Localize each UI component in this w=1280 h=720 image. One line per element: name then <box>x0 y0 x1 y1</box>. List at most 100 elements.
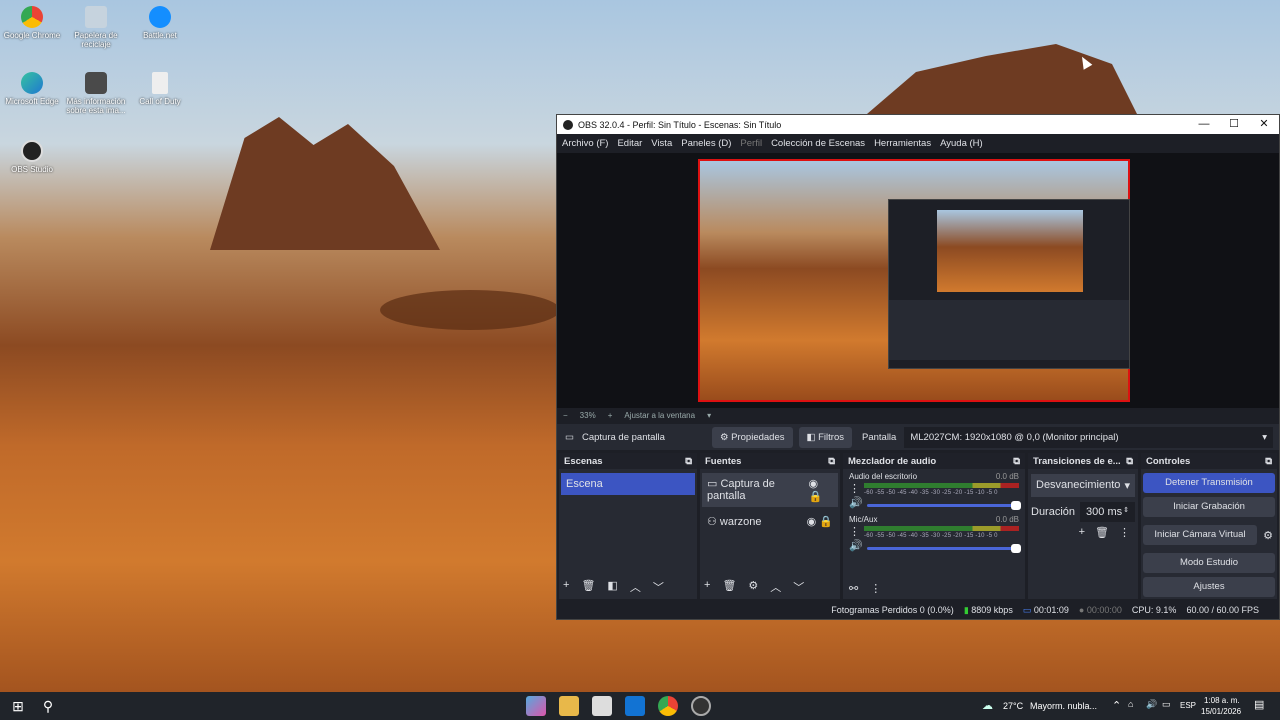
stop-stream-button[interactable]: Detener Transmisión <box>1143 473 1275 493</box>
speaker-icon[interactable]: 🔊 <box>1146 699 1157 710</box>
display-select[interactable]: ML2027CM: 1920x1080 @ 0,0 (Monitor princ… <box>904 426 1273 448</box>
filters-button[interactable]: ◧ Filtros <box>798 426 852 448</box>
weather-text[interactable]: Mayorm. nubla... <box>1030 701 1097 711</box>
weather-temp[interactable]: 27°C <box>1003 701 1023 711</box>
kebab-icon[interactable]: ⋮ <box>1119 526 1130 539</box>
menu-herramientas[interactable]: Herramientas <box>874 138 931 149</box>
source-item[interactable]: ▭ Captura de pantalla ◉ 🔒 <box>702 473 838 507</box>
desktop-icon-edge[interactable]: Microsoft Edge <box>0 72 64 106</box>
kebab-icon[interactable]: ⋮ <box>849 525 860 538</box>
source-item[interactable]: ⚇ warzone ◉ 🔒 <box>702 511 838 532</box>
notification-icon[interactable]: ▤ <box>1254 698 1264 711</box>
desktop-icon-obs[interactable]: OBS Studio <box>0 140 64 174</box>
trash-icon[interactable]: 🗑 <box>1095 526 1109 539</box>
clock-date[interactable]: 15/01/2026 <box>1201 707 1241 716</box>
lock-icon[interactable]: 🔒 <box>819 516 833 528</box>
maximize-button[interactable]: ☐ <box>1219 115 1249 134</box>
cloud-icon: ☁ <box>982 700 993 712</box>
meter-scale: -60 -55 -50 -45 -40 -35 -30 -25 -20 -15 … <box>864 490 998 496</box>
duration-input[interactable]: 300 ms ⇕ <box>1080 502 1135 522</box>
zoom-in-button[interactable]: + <box>608 411 613 420</box>
display-select-value: ML2027CM: 1920x1080 @ 0,0 (Monitor princ… <box>910 431 1119 443</box>
add-icon[interactable]: + <box>1079 526 1085 539</box>
title-bar[interactable]: OBS 32.0.4 - Perfil: Sin Título - Escena… <box>557 115 1279 134</box>
spinner-icon[interactable]: ⇕ <box>1123 506 1129 518</box>
menu-ayuda[interactable]: Ayuda (H) <box>940 138 983 149</box>
desktop-icon-battlenet[interactable]: Battle.net <box>128 6 192 40</box>
desktop-icon-chrome[interactable]: Google Chrome <box>0 6 64 40</box>
clock-time[interactable]: 1:08 a. m. <box>1204 696 1240 705</box>
chrome-icon[interactable] <box>658 696 678 716</box>
undock-icon[interactable]: ⧉ <box>1265 456 1272 467</box>
studio-mode-button[interactable]: Modo Estudio <box>1143 553 1275 573</box>
obs-icon[interactable] <box>691 696 711 716</box>
menu-coleccion-escenas[interactable]: Colección de Escenas <box>771 138 865 149</box>
start-recording-button[interactable]: Iniciar Grabación <box>1143 497 1275 517</box>
network-icon[interactable]: ⌂ <box>1128 699 1133 709</box>
volume-slider[interactable] <box>866 543 1022 553</box>
desktop-icon-label: Más información sobre esta ima... <box>66 97 126 115</box>
undock-icon[interactable]: ⧉ <box>1126 456 1133 467</box>
menu-editar[interactable]: Editar <box>617 138 642 149</box>
volume-slider[interactable] <box>866 500 1022 510</box>
channel-db: 0.0 dB <box>995 515 1019 524</box>
link-icon[interactable]: ⚯ <box>849 582 858 595</box>
kebab-icon[interactable]: ⋮ <box>849 482 860 495</box>
sources-title: Fuentes <box>705 456 742 467</box>
speaker-icon[interactable]: 🔊 <box>849 496 863 509</box>
copilot-icon[interactable] <box>526 696 546 716</box>
kebab-icon[interactable]: ⋮ <box>870 582 881 595</box>
filters-label: Filtros <box>818 431 844 443</box>
zoom-out-button[interactable]: − <box>563 411 568 420</box>
properties-button[interactable]: ⚙ Propiedades <box>711 426 793 448</box>
desktop-icon-call-of-duty[interactable]: Call of Duty <box>128 72 192 106</box>
trash-icon[interactable]: 🗑 <box>581 579 595 595</box>
filter-icon[interactable]: ◧ <box>607 579 617 595</box>
minimize-button[interactable]: — <box>1189 115 1219 134</box>
outlook-icon[interactable] <box>625 696 645 716</box>
windows-start-icon[interactable]: ⊞ <box>8 696 28 716</box>
add-icon[interactable]: + <box>704 579 710 595</box>
close-button[interactable]: ✕ <box>1249 115 1279 134</box>
speaker-icon[interactable]: 🔊 <box>849 539 863 552</box>
chevron-down-icon[interactable]: ﹀ <box>793 579 804 595</box>
preview-area[interactable] <box>557 153 1279 408</box>
chevron-down-icon[interactable]: ▾ <box>707 411 711 420</box>
lock-icon[interactable]: 🔒 <box>809 491 823 503</box>
undock-icon[interactable]: ⧉ <box>828 456 835 467</box>
tray-chevron-icon[interactable]: ⌃ <box>1112 699 1121 712</box>
eye-icon[interactable]: ◉ <box>809 478 819 490</box>
menu-perfil[interactable]: Perfil <box>740 138 762 149</box>
settings-button[interactable]: Ajustes <box>1143 577 1275 597</box>
scene-item[interactable]: Escena <box>561 473 695 495</box>
transition-select[interactable]: Desvanecimiento ▾ <box>1031 474 1135 497</box>
menu-bar: Archivo (F) Editar Vista Paneles (D) Per… <box>557 134 1279 153</box>
chevron-up-icon[interactable]: ︿ <box>770 579 781 595</box>
gear-icon[interactable]: ⚙ <box>1259 529 1277 542</box>
menu-vista[interactable]: Vista <box>651 138 672 149</box>
add-icon[interactable]: + <box>563 579 569 595</box>
preview-canvas[interactable] <box>698 159 1130 402</box>
desktop-icon-spotlight-info[interactable]: Más información sobre esta ima... <box>64 72 128 115</box>
store-icon[interactable] <box>592 696 612 716</box>
dropped-frames: Fotogramas Perdidos 0 (0.0%) <box>831 605 954 615</box>
search-icon[interactable]: ⚲ <box>38 696 58 716</box>
battery-icon[interactable]: ▭ <box>1162 699 1171 710</box>
desktop-icon-recycle-bin[interactable]: Papelera de reciclaje <box>64 6 128 49</box>
chevron-down-icon[interactable]: ﹀ <box>653 579 664 595</box>
menu-paneles[interactable]: Paneles (D) <box>681 138 731 149</box>
language-indicator[interactable]: ESP <box>1180 701 1196 710</box>
fit-window-button[interactable]: Ajustar a la ventana <box>624 411 695 420</box>
rock-formation-left <box>210 117 440 250</box>
undock-icon[interactable]: ⧉ <box>685 456 692 467</box>
filter-icon: ◧ <box>806 431 819 443</box>
gear-icon[interactable]: ⚙ <box>748 579 758 595</box>
rock-formation-right <box>860 44 1140 120</box>
trash-icon[interactable]: 🗑 <box>722 579 736 595</box>
undock-icon[interactable]: ⧉ <box>1013 456 1020 467</box>
start-virtual-camera-button[interactable]: Iniciar Cámara Virtual <box>1143 525 1257 545</box>
menu-archivo[interactable]: Archivo (F) <box>562 138 608 149</box>
file-explorer-icon[interactable] <box>559 696 579 716</box>
eye-icon[interactable]: ◉ <box>807 516 817 528</box>
chevron-up-icon[interactable]: ︿ <box>630 579 641 595</box>
